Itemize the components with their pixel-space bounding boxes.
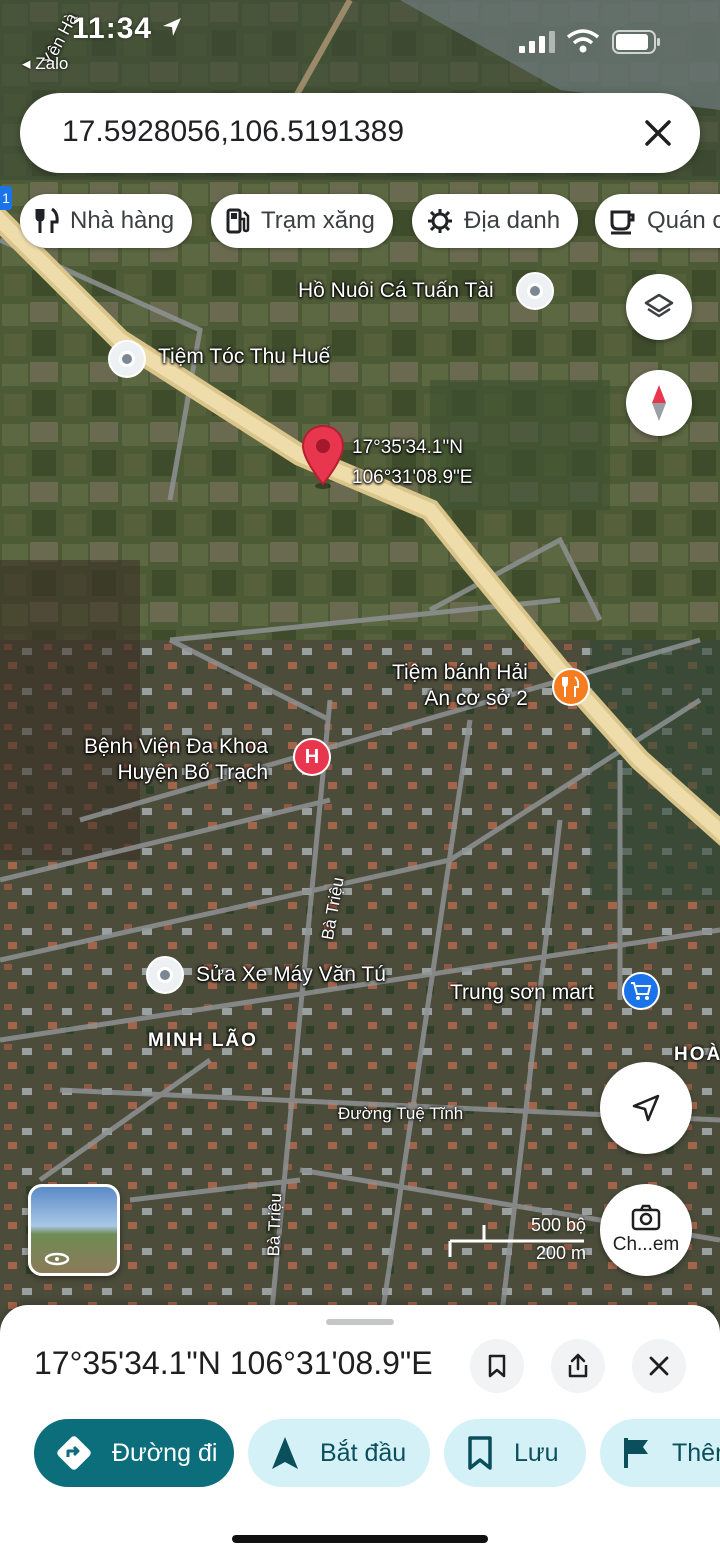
coffee-icon xyxy=(610,210,635,235)
chip-cafes-label: Quán c xyxy=(647,207,720,234)
compass-icon xyxy=(652,385,666,421)
directions-button-label: Đường đi xyxy=(112,1438,218,1467)
home-indicator[interactable] xyxy=(232,1535,488,1543)
route-shield: 1 xyxy=(0,186,12,210)
start-button-label: Bắt đầu xyxy=(320,1438,407,1467)
my-location-button[interactable] xyxy=(600,1062,692,1154)
status-time: 11:34 xyxy=(72,12,183,46)
search-this-area-camera-button[interactable]: Ch...em xyxy=(600,1184,692,1276)
street-label-ba-trieu-south: Bà Triệu xyxy=(264,1192,286,1257)
poi-marker-tiem-toc[interactable] xyxy=(108,340,146,378)
save-place-button[interactable] xyxy=(470,1339,524,1393)
landmark-icon xyxy=(428,209,452,233)
flag-icon xyxy=(624,1438,648,1468)
navigation-arrow-icon xyxy=(272,1437,298,1469)
map-scale: 500 bộ 200 m xyxy=(448,1215,588,1265)
hospital-icon: H xyxy=(304,745,320,768)
poi-marker-hospital[interactable]: H xyxy=(293,738,331,776)
street-view-rotate-icon xyxy=(44,1252,70,1266)
wifi-icon xyxy=(566,29,600,53)
share-button[interactable] xyxy=(551,1339,605,1393)
search-bar[interactable]: 17.5928056,106.5191389 xyxy=(20,93,700,173)
start-button[interactable]: Bắt đầu xyxy=(248,1419,430,1487)
area-label-minh-lao: MINH LÃO xyxy=(148,1030,258,1051)
camera-button-label: Ch...em xyxy=(612,1234,680,1255)
place-title: 17°35'34.1"N 106°31'08.9"E xyxy=(34,1345,433,1381)
shopping-cart-icon xyxy=(624,974,658,1008)
scale-metric: 200 m xyxy=(535,1243,586,1263)
share-icon xyxy=(568,1353,588,1378)
bookmark-icon xyxy=(488,1354,506,1378)
directions-button[interactable]: Đường đi xyxy=(34,1419,234,1487)
cellular-signal-icon xyxy=(519,31,555,53)
poi-marker-shopping[interactable] xyxy=(622,972,660,1010)
poi-label-tiem-banh-line2: An cơ sở 2 xyxy=(424,687,528,711)
fork-knife-icon xyxy=(554,670,588,704)
pin-coordinate-lat: 17°35'34.1"N xyxy=(352,437,463,458)
back-to-app-link[interactable]: ◂ Zalo xyxy=(22,54,68,74)
directions-icon xyxy=(57,1436,91,1470)
save-button-label: Lưu xyxy=(514,1438,559,1467)
category-chips: Nhà hàng Trạm xăng Địa danh Quán c xyxy=(20,194,720,248)
poi-marker-sua-xe[interactable] xyxy=(146,956,184,994)
more-button-label: Thêm xyxy=(672,1438,720,1467)
street-label-tue-tinh: Đường Tuệ Tĩnh xyxy=(338,1104,464,1123)
dropped-pin-icon[interactable] xyxy=(300,424,346,490)
poi-label-tiem-banh-line1: Tiệm bánh Hải xyxy=(392,661,528,684)
save-button[interactable]: Lưu xyxy=(444,1419,586,1487)
status-time-text: 11:34 xyxy=(72,12,153,45)
search-query-text[interactable]: 17.5928056,106.5191389 xyxy=(62,115,404,149)
scale-imperial: 500 bộ xyxy=(530,1215,586,1235)
chip-restaurants-label: Nhà hàng xyxy=(70,207,175,234)
more-button[interactable]: Thêm xyxy=(600,1419,720,1487)
location-services-icon xyxy=(163,18,182,36)
close-sheet-button[interactable] xyxy=(632,1339,686,1393)
poi-label-sua-xe[interactable]: Sửa Xe Máy Văn Tú xyxy=(196,962,386,988)
location-arrow-icon xyxy=(632,1094,660,1122)
bookmark-icon xyxy=(468,1436,492,1470)
pin-coordinate-lng: 106°31'08.9"E xyxy=(352,467,473,488)
place-bottom-sheet[interactable]: 17°35'34.1"N 106°31'08.9"E Đường đi Bắt … xyxy=(0,1305,720,1557)
layers-icon xyxy=(644,293,674,318)
poi-label-benh-vien-line1: Bệnh Viện Đa Khoa xyxy=(84,735,269,758)
chip-restaurants[interactable]: Nhà hàng xyxy=(20,194,193,248)
poi-label-ho-nuoi-ca[interactable]: Hồ Nuôi Cá Tuấn Tài xyxy=(298,278,494,304)
chip-gas-stations-label: Trạm xăng xyxy=(261,207,375,234)
camera-icon xyxy=(631,1204,661,1231)
gas-station-icon xyxy=(226,208,250,234)
poi-label-benh-vien-line2: Huyện Bố Trạch xyxy=(117,761,269,785)
close-icon xyxy=(649,1356,669,1376)
clear-search-icon[interactable] xyxy=(638,113,678,153)
poi-label-tiem-banh[interactable]: Tiệm bánh Hải An cơ sở 2 xyxy=(392,660,528,713)
poi-label-trung-son[interactable]: Trung sơn mart xyxy=(450,980,594,1006)
chip-landmarks[interactable]: Địa danh xyxy=(412,194,579,248)
area-label-hoai: HOÀI xyxy=(674,1044,720,1065)
battery-icon xyxy=(612,30,660,54)
chip-gas-stations[interactable]: Trạm xăng xyxy=(211,194,393,248)
fork-knife-icon xyxy=(35,207,59,233)
poi-marker-restaurant[interactable] xyxy=(552,668,590,706)
layers-button[interactable] xyxy=(626,274,692,340)
chip-cafes[interactable]: Quán c xyxy=(595,194,720,248)
chip-landmarks-label: Địa danh xyxy=(464,207,561,234)
street-view-thumbnail[interactable] xyxy=(28,1184,120,1276)
poi-marker-ho-nuoi-ca[interactable] xyxy=(516,272,554,310)
status-bar: 11:34 ◂ Zalo xyxy=(0,0,720,80)
poi-label-tiem-toc[interactable]: Tiệm Tóc Thu Huế xyxy=(158,344,330,370)
sheet-drag-handle[interactable] xyxy=(326,1319,394,1325)
poi-label-benh-vien[interactable]: Bệnh Viện Đa Khoa Huyện Bố Trạch xyxy=(84,734,268,787)
compass-button[interactable] xyxy=(626,370,692,436)
